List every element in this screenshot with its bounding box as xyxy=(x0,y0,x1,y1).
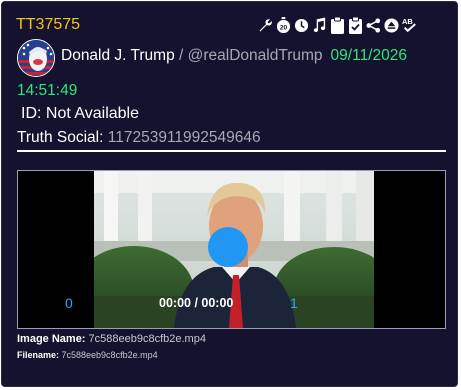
post-time: 14:51:49 xyxy=(17,82,78,99)
filename-label: Filename: xyxy=(17,350,62,360)
time-current: 00:00 xyxy=(159,296,191,310)
video-player[interactable]: 0 00:00 / 00:00 1 xyxy=(17,170,446,329)
stopwatch-badge: 20 xyxy=(280,24,288,31)
image-name-line: Image Name: 7c588eeb9c8cfb2e.mp4 xyxy=(17,333,206,345)
svg-text:AB: AB xyxy=(402,17,413,26)
divider xyxy=(17,150,446,152)
share-icon[interactable] xyxy=(366,16,381,34)
video-counter-right: 1 xyxy=(290,295,298,311)
avatar xyxy=(17,39,55,77)
separator: / xyxy=(174,47,188,64)
truth-social-line: Truth Social: 117253911992549646 xyxy=(17,129,261,147)
spell-check-icon[interactable]: AB xyxy=(402,16,417,34)
time-total: 00:00 xyxy=(201,296,234,310)
filename-value: 7c588eeb9c8cfb2e.mp4 xyxy=(61,350,158,360)
post-card: TT37575 20 AB Donald J. Trump / @realDon… xyxy=(1,1,458,387)
stopwatch-icon[interactable]: 20 xyxy=(276,16,291,34)
truth-social-label: Truth Social: xyxy=(17,129,108,146)
post-id: TT37575 xyxy=(16,16,81,33)
filename-line: Filename: 7c588eeb9c8cfb2e.mp4 xyxy=(17,350,158,360)
play-button[interactable] xyxy=(208,227,248,267)
truth-social-id[interactable]: 117253911992549646 xyxy=(108,129,261,146)
video-time: 00:00 / 00:00 xyxy=(159,296,233,310)
clock-icon[interactable] xyxy=(294,16,309,34)
author-line: Donald J. Trump / @realDonaldTrump 09/11/… xyxy=(61,47,407,65)
author-handle[interactable]: @realDonaldTrump xyxy=(188,47,323,64)
author-name[interactable]: Donald J. Trump xyxy=(61,47,175,64)
image-name-label: Image Name: xyxy=(17,333,89,345)
wrench-icon[interactable] xyxy=(258,16,273,34)
clipboard-icon[interactable] xyxy=(330,16,345,34)
time-separator: / xyxy=(190,296,202,310)
toolbar: 20 AB xyxy=(258,15,417,35)
image-name-value: 7c588eeb9c8cfb2e.mp4 xyxy=(88,333,206,345)
clipboard-check-icon[interactable] xyxy=(348,16,363,34)
video-counter-left: 0 xyxy=(65,295,73,311)
post-id-line: ID: Not Available xyxy=(21,105,139,122)
post-date: 09/11/2026 xyxy=(330,47,407,64)
eject-icon[interactable] xyxy=(384,16,399,34)
music-note-icon[interactable] xyxy=(312,16,327,34)
